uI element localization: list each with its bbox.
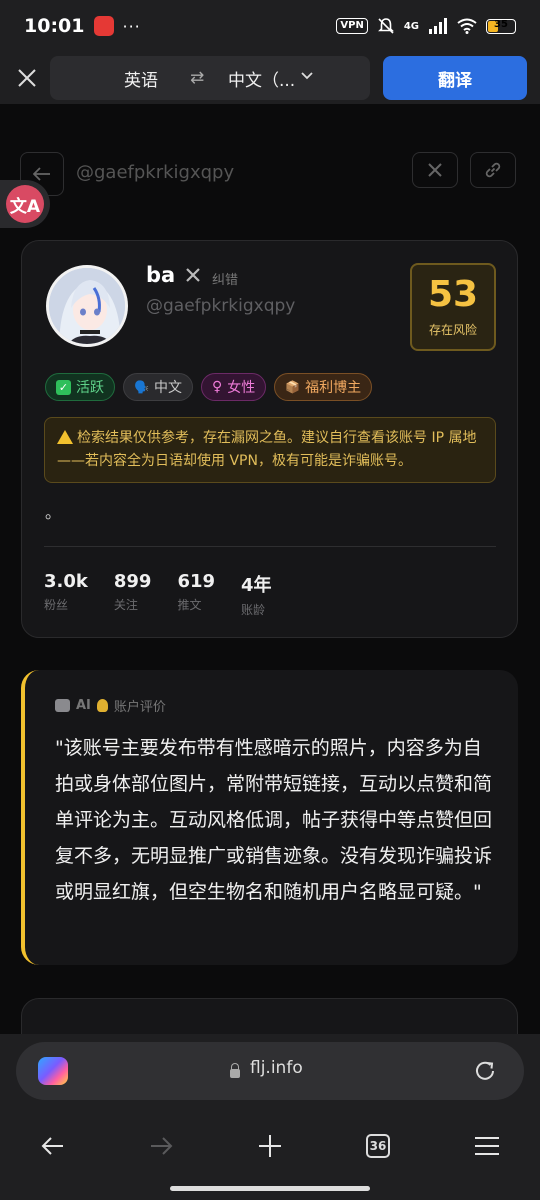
page-top-nav: @gaefpkrkigxqpy bbox=[0, 152, 540, 196]
tag-gender: ♀ 女性 bbox=[200, 373, 267, 401]
tabs-button[interactable]: 36 bbox=[356, 1124, 400, 1168]
stat-label: 关注 bbox=[113, 598, 138, 612]
warning-icon bbox=[57, 430, 73, 444]
stat-followers: 3.0k 粉丝 bbox=[44, 571, 88, 618]
browser-toolbar: flj.info 36 bbox=[0, 1034, 540, 1200]
check-icon: ✓ bbox=[56, 379, 71, 395]
stat-value: 3.0k bbox=[44, 571, 88, 592]
battery-icon: 35 bbox=[486, 18, 516, 34]
stat-value: 4年 bbox=[241, 575, 272, 596]
header-handle: @gaefpkrkigxqpy bbox=[76, 162, 235, 183]
target-language[interactable]: 中文（... bbox=[228, 66, 295, 91]
ai-review-text: "该账号主要发布带有性感暗示的照片，内容多为自拍或身体部位图片，常附带短链接，互… bbox=[55, 737, 493, 903]
ai-review-card: AI 账户评价 "该账号主要发布带有性感暗示的照片，内容多为自拍或身体部位图片，… bbox=[21, 670, 518, 965]
stat-tweets: 619 推文 bbox=[177, 571, 215, 618]
warning-text: 检索结果仅供参考，存在漏网之鱼。建议自行查看该账号 IP 属地——若内容全为日语… bbox=[57, 430, 477, 469]
lock-icon bbox=[230, 1063, 240, 1078]
network-type: 4G bbox=[403, 20, 419, 32]
profile-card: ba 纠错 @gaefpkrkigxqpy 53 存在风险 ✓ 活跃 🗣️ 中文… bbox=[21, 240, 518, 638]
stat-label: 账龄 bbox=[241, 603, 266, 617]
web-page: @gaefpkrkigxqpy 文A ba 纠错 @gaefpkrkigxqpy… bbox=[0, 104, 540, 1034]
speaking-head-icon: 🗣️ bbox=[134, 380, 149, 394]
stat-value: 619 bbox=[177, 571, 216, 592]
risk-score-badge: 53 存在风险 bbox=[410, 263, 496, 351]
notification-app-icon bbox=[94, 16, 115, 36]
profile-name: ba bbox=[146, 263, 176, 287]
tag-label: 女性 bbox=[227, 380, 256, 396]
stat-following: 899 关注 bbox=[114, 571, 152, 618]
close-translate-button[interactable] bbox=[2, 68, 52, 88]
more-notifications-icon: ··· bbox=[122, 16, 141, 36]
risk-score: 53 bbox=[427, 274, 479, 315]
signal-icon bbox=[429, 18, 447, 34]
translate-button[interactable]: 翻译 bbox=[383, 56, 527, 100]
copy-link-button[interactable] bbox=[470, 152, 516, 188]
x-logo-icon bbox=[428, 163, 442, 177]
status-bar: 10:01 ··· VPN 4G 35 bbox=[0, 0, 540, 52]
package-icon: 📦 bbox=[285, 380, 301, 394]
hamburger-menu-icon bbox=[475, 1137, 499, 1155]
source-language[interactable]: 英语 bbox=[124, 66, 158, 91]
new-tab-button[interactable] bbox=[248, 1124, 292, 1168]
clock: 10:01 bbox=[24, 15, 85, 37]
lightbulb-icon bbox=[96, 699, 108, 712]
battery-percent: 35 bbox=[494, 18, 508, 30]
tag-label: 中文 bbox=[153, 380, 182, 396]
chevron-down-icon bbox=[301, 72, 313, 80]
stat-label: 推文 bbox=[177, 598, 202, 612]
tag-language: 🗣️ 中文 bbox=[123, 373, 193, 401]
report-error-link[interactable]: 纠错 bbox=[212, 269, 238, 288]
ai-review-header: AI 账户评价 bbox=[55, 696, 166, 715]
tag-label: 福利博主 bbox=[305, 380, 362, 396]
female-sign-icon: ♀ bbox=[211, 379, 223, 395]
forward-button[interactable] bbox=[139, 1124, 183, 1168]
profile-handle: @gaefpkrkigxqpy bbox=[146, 296, 296, 316]
profile-bio: 。 bbox=[45, 503, 62, 522]
menu-button[interactable] bbox=[465, 1124, 509, 1168]
tag-active: ✓ 活跃 bbox=[45, 373, 115, 401]
plus-icon bbox=[259, 1135, 281, 1157]
back-button[interactable] bbox=[31, 1124, 75, 1168]
arrow-left-icon bbox=[33, 167, 50, 181]
translate-icon: 文A bbox=[6, 185, 44, 223]
close-icon bbox=[18, 69, 36, 87]
arrow-left-icon bbox=[41, 1137, 63, 1155]
warning-notice: 检索结果仅供参考，存在漏网之鱼。建议自行查看该账号 IP 属地——若内容全为日语… bbox=[44, 417, 496, 483]
address-bar[interactable]: flj.info bbox=[16, 1042, 524, 1100]
stats-row: 3.0k 粉丝 899 关注 619 推文 4年 账龄 bbox=[44, 571, 298, 618]
browser-nav-row: 36 bbox=[0, 1124, 540, 1168]
language-selector[interactable]: 英语 ⇄ 中文（... bbox=[50, 56, 370, 100]
tag-label: 活跃 bbox=[76, 380, 104, 396]
link-icon bbox=[485, 162, 501, 178]
wifi-icon bbox=[457, 18, 477, 34]
tab-count-icon: 36 bbox=[366, 1134, 390, 1158]
stat-label: 粉丝 bbox=[44, 598, 69, 612]
url-text[interactable]: flj.info bbox=[250, 1058, 303, 1078]
x-platform-icon bbox=[186, 268, 200, 282]
ai-label: AI bbox=[76, 698, 91, 713]
stat-value: 899 bbox=[113, 571, 152, 592]
vpn-icon: VPN bbox=[336, 18, 368, 34]
copilot-icon[interactable] bbox=[38, 1057, 68, 1085]
swap-languages-icon[interactable]: ⇄ bbox=[190, 68, 204, 88]
mute-bell-icon bbox=[377, 18, 394, 34]
robot-icon bbox=[55, 699, 70, 712]
next-card bbox=[21, 998, 518, 1034]
ai-review-title: 账户评价 bbox=[113, 700, 166, 715]
reload-icon[interactable] bbox=[472, 1058, 498, 1084]
divider bbox=[44, 546, 496, 547]
risk-label: 存在风险 bbox=[428, 323, 477, 337]
open-x-button[interactable] bbox=[412, 152, 458, 188]
home-indicator[interactable] bbox=[170, 1186, 370, 1191]
arrow-right-icon bbox=[151, 1137, 173, 1155]
translate-bar: 英语 ⇄ 中文（... 翻译 bbox=[0, 52, 540, 104]
tag-list: ✓ 活跃 🗣️ 中文 ♀ 女性 📦 福利博主 bbox=[45, 373, 373, 401]
floating-translate-button[interactable]: 文A bbox=[0, 180, 50, 228]
avatar bbox=[46, 265, 128, 347]
stat-account-age: 4年 账龄 bbox=[241, 571, 272, 618]
tag-category: 📦 福利博主 bbox=[274, 373, 373, 401]
